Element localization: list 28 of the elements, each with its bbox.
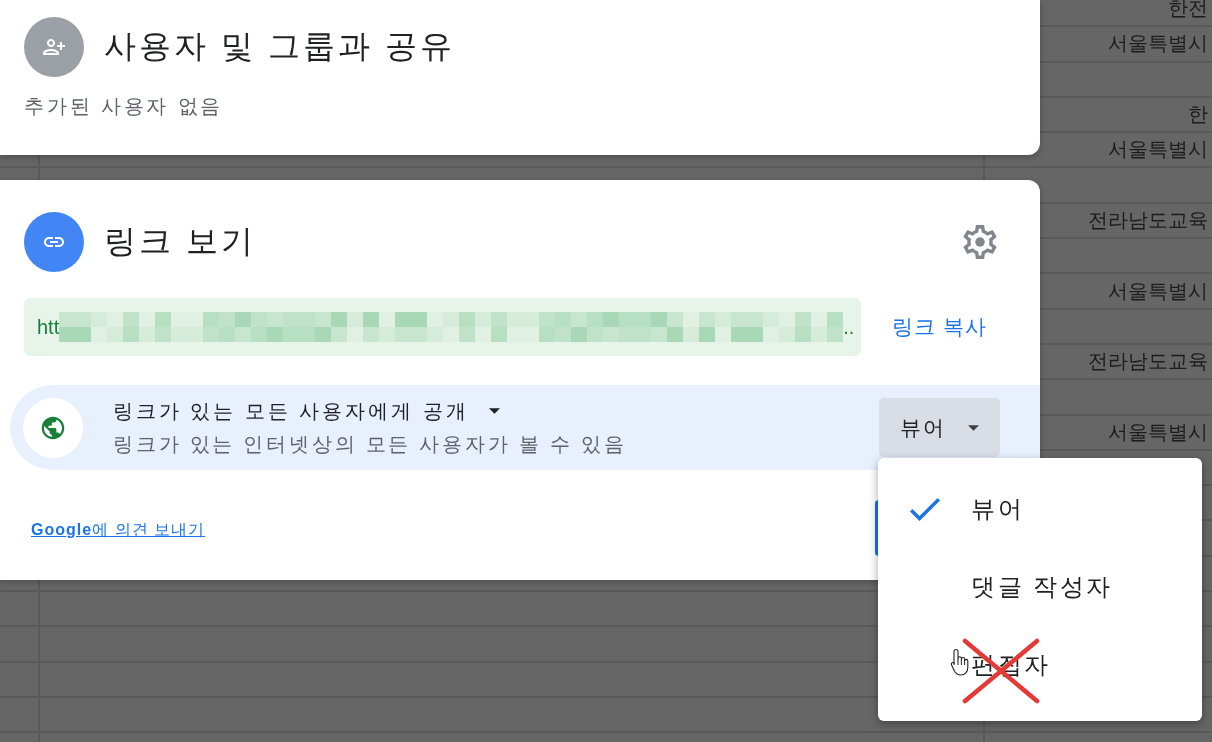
url-ellipsis: .. bbox=[843, 315, 855, 339]
caret-icon bbox=[488, 408, 500, 414]
caret-icon bbox=[968, 424, 979, 431]
sheet-cell-text: 한전 bbox=[1168, 0, 1208, 22]
add-person-icon bbox=[24, 17, 84, 77]
access-description: 링크가 있는 인터넷상의 모든 사용자가 볼 수 있음 bbox=[113, 432, 627, 456]
check-icon bbox=[910, 497, 940, 521]
sheet-cell-text: 서울특별시 bbox=[1108, 278, 1208, 304]
feedback-link[interactable]: Google에 의견 보내기 bbox=[31, 521, 205, 538]
sheet-cell-text: 서울특별시 bbox=[1108, 419, 1208, 445]
settings-icon[interactable] bbox=[963, 225, 997, 259]
sheet-cell-text: 한 bbox=[1188, 102, 1208, 128]
section-title: 링크 보기 bbox=[104, 222, 256, 261]
sheet-cell-text: 서울특별시 bbox=[1108, 31, 1208, 57]
no-users-text: 추가된 사용자 없음 bbox=[24, 95, 224, 117]
sheet-cell-text: 전라남도교육 bbox=[1088, 207, 1208, 233]
sheet-cell-text: 전라남도교육 bbox=[1088, 349, 1208, 375]
link-url-field[interactable]: htt .. bbox=[24, 298, 861, 356]
url-text: htt bbox=[37, 315, 60, 339]
dialog-title: 사용자 및 그룹과 공유 bbox=[104, 27, 455, 66]
link-icon bbox=[24, 212, 84, 272]
role-dropdown-button[interactable]: 뷰어 bbox=[879, 398, 1000, 457]
access-dropdown-button[interactable]: 링크가 있는 모든 사용자에게 공개 bbox=[113, 399, 500, 423]
sheet-cell-text: 서울특별시 bbox=[1108, 137, 1208, 163]
menu-item[interactable]: 뷰어 bbox=[878, 470, 1202, 548]
menu-item[interactable]: 댓글 작성자 bbox=[878, 548, 1202, 626]
copy-link-button[interactable]: 링크 복사 bbox=[892, 313, 987, 341]
globe-icon bbox=[23, 397, 83, 458]
